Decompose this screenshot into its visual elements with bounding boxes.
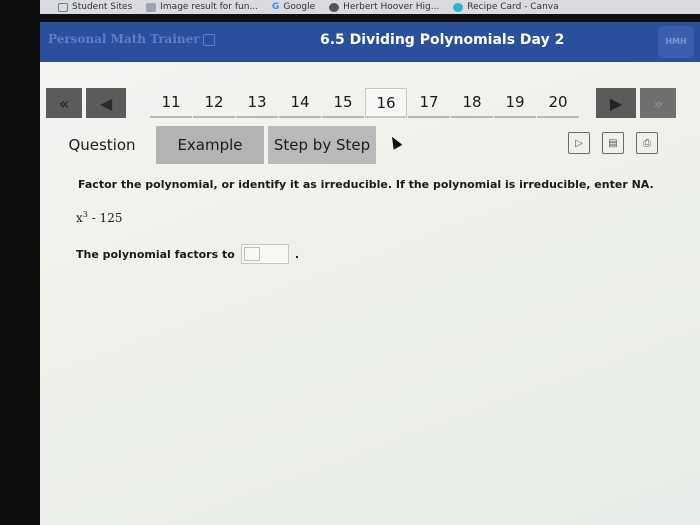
brand-label: Personal Math Trainer (48, 32, 200, 46)
tab-example[interactable]: Example (156, 126, 264, 164)
bookmark-google[interactable]: G Google (272, 2, 315, 12)
canva-icon (453, 2, 464, 12)
double-chevron-left-icon: « (58, 93, 70, 113)
bookmark-label: Recipe Card - Canva (467, 2, 559, 12)
bookmark-label: Student Sites (72, 2, 133, 12)
question-number[interactable]: 19 (494, 88, 536, 118)
question-number[interactable]: 14 (279, 88, 321, 118)
page-title: 6.5 Dividing Polynomials Day 2 (320, 32, 565, 48)
tab-step-by-step[interactable]: Step by Step (268, 126, 376, 164)
question-navigation: « ◀ 11 12 13 14 15 16 17 18 19 20 ▶ » (46, 88, 696, 120)
question-number[interactable]: 18 (451, 88, 493, 118)
bookmark-label: Image result for fun... (160, 2, 259, 12)
print-icon[interactable]: ⎙ (636, 132, 658, 154)
answer-line: The polynomial factors to . (76, 244, 299, 264)
question-number[interactable]: 11 (150, 88, 192, 118)
expression-rest: - 125 (87, 211, 123, 225)
question-instructions: Factor the polynomial, or identify it as… (78, 178, 654, 191)
chevron-right-icon: ▶ (609, 93, 623, 113)
tool-icons: ▷ ▤ ⎙ (568, 132, 658, 154)
bookmarks-bar: Student Sites Image result for fun... G … (40, 0, 700, 14)
chevron-left-icon: ◀ (99, 93, 113, 113)
question-number[interactable]: 15 (322, 88, 364, 118)
previous-question-button[interactable]: ◀ (86, 88, 126, 118)
question-number[interactable]: 20 (537, 88, 579, 118)
brand-title: Personal Math Trainer (48, 32, 215, 46)
answer-input[interactable] (240, 244, 289, 264)
answer-input-cell[interactable] (243, 247, 260, 261)
answer-prompt: The polynomial factors to (76, 247, 235, 261)
mouse-cursor-icon (387, 134, 403, 150)
google-icon: G (272, 2, 280, 12)
app-header: Personal Math Trainer 6.5 Dividing Polyn… (40, 22, 700, 62)
question-number[interactable]: 13 (236, 88, 278, 118)
double-chevron-right-icon: » (652, 93, 664, 113)
first-question-button[interactable]: « (46, 88, 82, 118)
question-number-active[interactable]: 16 (365, 88, 407, 118)
help-tabs: Question Example Step by Step (52, 126, 380, 166)
bookmark-recipe-card[interactable]: Recipe Card - Canva (453, 2, 559, 12)
hmh-logo: HMH (658, 26, 694, 58)
question-number-list: 11 12 13 14 15 16 17 18 19 20 (150, 88, 580, 120)
bookmark-image-result[interactable]: Image result for fun... (146, 2, 258, 12)
brand-badge-icon (202, 33, 215, 46)
bookmark-label: Herbert Hoover Hig... (343, 2, 440, 12)
answer-period: . (294, 247, 299, 261)
folder-icon (58, 2, 68, 12)
school-icon (329, 2, 340, 12)
question-number[interactable]: 12 (193, 88, 235, 118)
content-panel: « ◀ 11 12 13 14 15 16 17 18 19 20 ▶ » Qu… (40, 62, 700, 525)
expression-base: x (76, 211, 83, 225)
bookmark-herbert-hoover[interactable]: Herbert Hoover Hig... (329, 2, 439, 12)
ebook-icon[interactable]: ▤ (602, 132, 624, 154)
tab-question[interactable]: Question (52, 126, 152, 164)
polynomial-expression: x3 - 125 (76, 210, 122, 225)
last-question-button[interactable]: » (640, 88, 676, 118)
bookmark-student-sites[interactable]: Student Sites (58, 2, 132, 12)
next-question-button[interactable]: ▶ (596, 88, 636, 118)
image-icon (146, 2, 157, 12)
video-icon[interactable]: ▷ (568, 132, 590, 154)
bookmark-label: Google (283, 2, 316, 12)
question-number[interactable]: 17 (408, 88, 450, 118)
screen-bezel (0, 0, 40, 525)
